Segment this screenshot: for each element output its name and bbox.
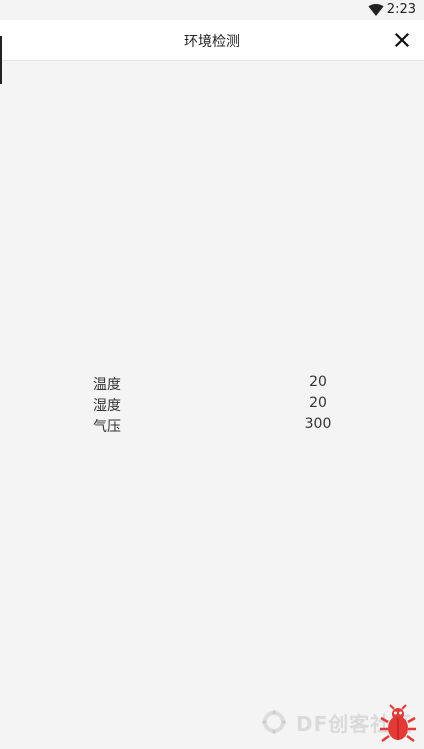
reading-row-temperature: 温度 20	[0, 374, 424, 395]
close-icon[interactable]	[392, 30, 412, 50]
reading-row-pressure: 气压 300	[0, 416, 424, 437]
wifi-icon	[368, 4, 384, 17]
bug-logo-icon	[380, 704, 416, 743]
title-bar: 环境检测	[0, 20, 424, 61]
watermark-gear-icon	[262, 710, 286, 734]
page-title: 环境检测	[184, 34, 240, 50]
pressure-label: 气压	[93, 419, 121, 435]
humidity-label: 湿度	[93, 398, 121, 414]
pressure-value: 300	[304, 416, 332, 432]
watermark: DF创客社区	[250, 700, 424, 749]
status-bar: 2:23	[0, 0, 424, 20]
temperature-value: 20	[309, 374, 327, 390]
readings-table: 温度 20 湿度 20 气压 300	[0, 374, 424, 437]
temperature-label: 温度	[93, 377, 121, 393]
humidity-value: 20	[309, 395, 327, 411]
left-edge-divider	[0, 36, 2, 84]
reading-row-humidity: 湿度 20	[0, 395, 424, 416]
status-time: 2:23	[386, 2, 416, 17]
